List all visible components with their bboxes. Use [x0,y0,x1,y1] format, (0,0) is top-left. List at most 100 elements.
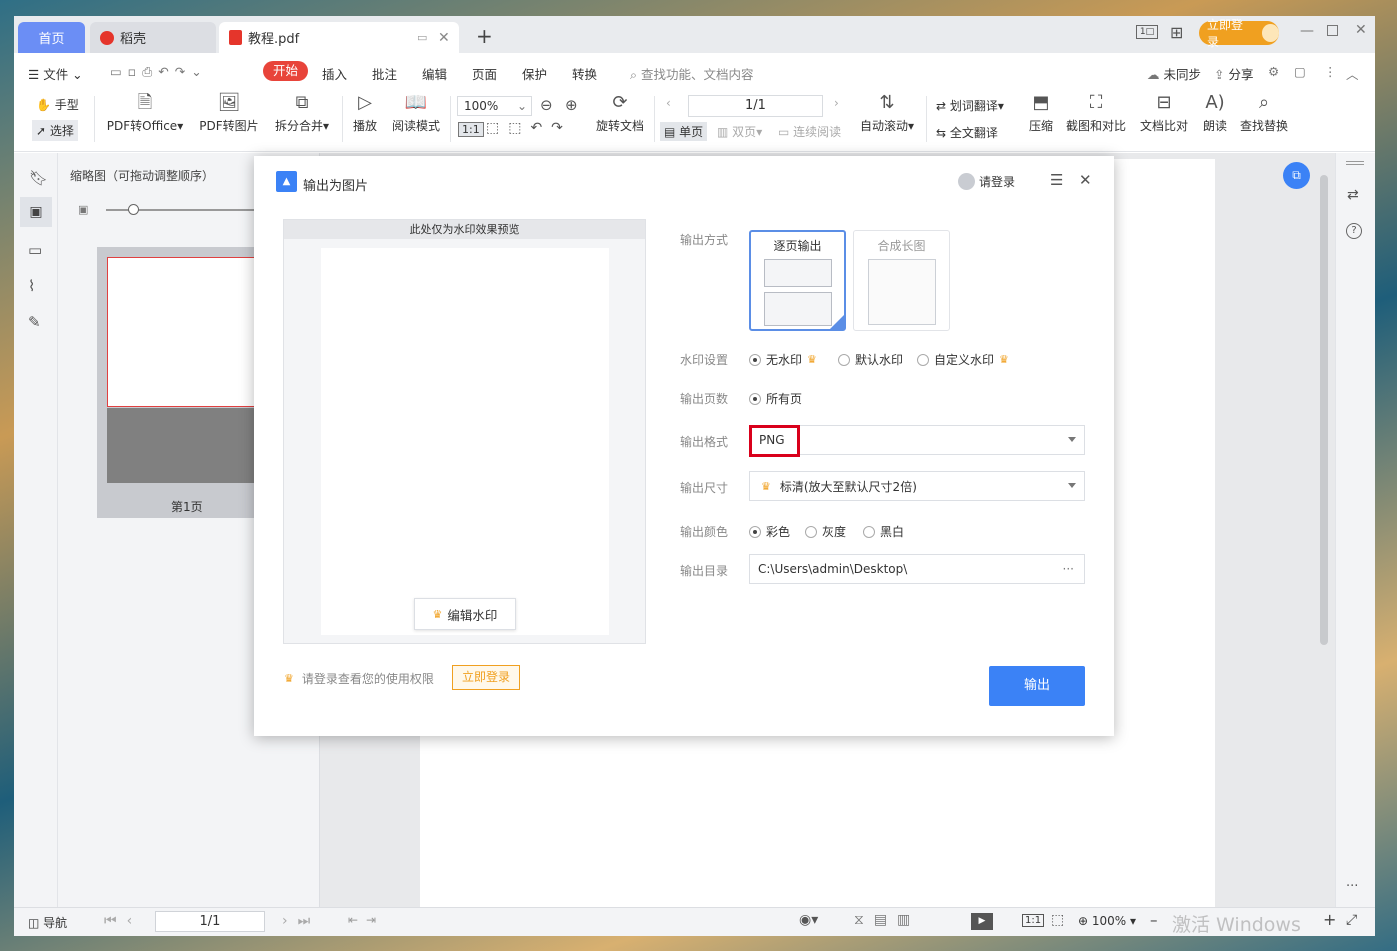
read-mode-button[interactable]: 📖 阅读模式 [390,94,442,134]
share-button[interactable]: ⇪ 分享 [1214,64,1253,83]
mode-long-image-option[interactable]: 合成长图 [853,230,950,331]
bookmark-icon[interactable]: 🔖︎ [29,169,48,187]
pages-all-radio[interactable]: 所有页 [749,390,802,407]
float-action-icon[interactable]: ⧉ [1283,162,1310,189]
zoom-out-icon[interactable]: ⊖ [540,96,553,114]
watermark-custom-radio[interactable]: 自定义水印 ♛ [917,351,1009,368]
thumb-size-slider[interactable] [106,204,256,215]
signature-icon[interactable]: ✎ [28,313,41,331]
collapse-ribbon-icon[interactable]: ︿ [1346,64,1359,83]
close-window-icon[interactable]: ✕ [1355,22,1367,38]
dialog-menu-icon[interactable]: ☰ [1050,171,1063,189]
page-input[interactable]: 1/1 [688,95,823,117]
maximize-icon[interactable] [1327,25,1338,36]
menu-page[interactable]: 页面 [472,64,497,83]
doc-compare-button[interactable]: ⊟ 文档比对 [1138,94,1190,134]
file-menu[interactable]: ☰ 文件 ⌄ [28,64,83,83]
search-function[interactable]: ⌕ 查找功能、文档内容 [630,64,754,83]
status-zoom-out-icon[interactable]: – [1150,911,1158,929]
thumbnail-icon[interactable]: ▣ [20,197,52,227]
play-button[interactable]: ▷ 播放 [350,94,380,134]
export-button[interactable]: 输出 [989,666,1085,706]
fit-rotate-icons[interactable]: ⬚⬚↶↷ [486,120,572,136]
menu-annotate[interactable]: 批注 [372,64,397,83]
screenshot-compare-button[interactable]: ⛶ 截图和对比 [1064,94,1128,134]
help-icon[interactable]: ? [1346,223,1362,239]
attachment-icon[interactable]: ⌇ [28,277,35,295]
single-page-button[interactable]: ▤ 单页 [660,122,708,141]
float-window-icon[interactable]: ▭ [417,31,427,44]
play-status-icon[interactable]: ▶ [971,913,993,930]
color-color-radio[interactable]: 彩色 [749,523,790,540]
read-aloud-button[interactable]: A) 朗读 [1200,94,1230,134]
back-forward-icons[interactable]: ⇤⇥ [348,913,384,927]
watermark-default-radio[interactable]: 默认水印 [838,351,903,368]
nav-button[interactable]: ◫ 导航 [28,914,67,931]
zoom-in-icon[interactable]: ⊕ [565,96,578,114]
minimize-icon[interactable]: — [1300,23,1314,39]
continuous-read-button[interactable]: ▭ 连续阅读 [778,123,841,140]
format-select[interactable]: PNG [749,425,1085,457]
color-bw-radio[interactable]: 黑白 [863,523,904,540]
find-replace-button[interactable]: ⌕ 查找替换 [1238,94,1290,134]
footer-login-button[interactable]: 立即登录 [452,665,520,690]
comment-panel-icon[interactable]: ▭ [28,241,42,259]
fullscreen-icon[interactable]: ⤢ [1346,912,1357,928]
tab-home[interactable]: 首页 [18,22,85,53]
split-merge-button[interactable]: ⧉ 拆分合并▾ [272,94,332,134]
tab-daoke[interactable]: 稻壳 [90,22,216,53]
hand-tool-button[interactable]: ✋ 手型 [36,96,79,113]
actual-size-icon[interactable]: 1:1 [458,122,484,137]
status-actual-size-icon[interactable]: 1:1 [1022,914,1045,927]
eye-protect-icon[interactable]: ◉▾ [799,912,818,928]
menu-start[interactable]: 开始 [263,61,308,81]
menu-edit[interactable]: 编辑 [422,64,447,83]
browse-more-icon[interactable]: ··· [1063,562,1074,576]
status-view-icons[interactable]: ⧖▤▥ [854,912,920,928]
double-page-button[interactable]: ▥ 双页▾ [717,123,762,140]
word-translate-button[interactable]: ⇄ 划词翻译▾ [936,97,1004,114]
zoom-select[interactable]: 100% ⌄ [457,96,532,116]
color-gray-radio[interactable]: 灰度 [805,523,846,540]
prev-page-icon[interactable]: ‹ [666,96,671,110]
compress-button[interactable]: ⬒ 压缩 [1026,94,1056,134]
login-badge-button[interactable]: 立即登录 [1199,18,1279,49]
status-zoom-in-icon[interactable]: + [1323,910,1336,929]
watermark-none-radio[interactable]: 无水印 ♛ [749,351,817,368]
full-translate-button[interactable]: ⇆ 全文翻译 [936,124,998,141]
new-tab-button[interactable]: + [476,24,493,48]
menu-protect[interactable]: 保护 [522,64,547,83]
settings-icon[interactable]: ⚙ [1268,64,1279,79]
more-options-icon[interactable]: ··· [1346,879,1358,894]
size-select[interactable]: ♛ 标清(放大至默认尺寸2倍) [749,471,1085,501]
pdf-to-office-button[interactable]: 🗎 PDF转Office▾ [106,94,184,134]
comment-icon[interactable]: ▢ [1294,64,1306,79]
translate-panel-icon[interactable]: ⇄ [1347,187,1359,203]
mode-per-page-option[interactable]: 逐页输出 [749,230,846,331]
dialog-close-icon[interactable]: ✕ [1079,171,1092,189]
grid-apps-icon[interactable]: ⊞ [1170,23,1183,42]
auto-scroll-button[interactable]: ⇅ 自动滚动▾ [858,94,916,134]
pdf-to-image-button[interactable]: 🖼 PDF转图片 [198,94,260,134]
thumbnail-card[interactable]: 第1页 [97,247,277,518]
edit-watermark-button[interactable]: ♛ 编辑水印 [414,598,516,630]
vertical-scrollbar[interactable] [1320,175,1328,645]
dir-input[interactable]: C:\Users\admin\Desktop\ ··· [749,554,1085,584]
menu-insert[interactable]: 插入 [322,64,347,83]
select-tool-button[interactable]: ➚ 选择 [32,120,78,141]
close-tab-icon[interactable]: ✕ [438,30,450,46]
next-page-icon[interactable]: › [834,96,839,110]
status-zoom[interactable]: ⊕ 100% ▾ [1078,914,1136,928]
dialog-login-button[interactable]: 请登录 [958,173,1015,190]
status-page-input[interactable]: 1/1 [155,911,265,932]
menu-convert[interactable]: 转换 [572,64,597,83]
rotate-doc-button[interactable]: ⟳ 旋转文档 [594,94,646,134]
tab-document[interactable]: 教程.pdf ▭ ✕ [219,22,459,53]
quick-access-icons[interactable]: ▭▫⎙↶↷⌄ [110,64,208,80]
layout-icon[interactable]: 1□ [1136,25,1158,39]
status-fit-icon[interactable]: ⬚ [1051,912,1064,928]
more-icon[interactable]: ⋮ [1324,64,1337,79]
sync-status[interactable]: ☁ 未同步 [1147,64,1201,83]
next-last-icons[interactable]: ›⏭ [282,913,320,929]
first-prev-icons[interactable]: ⏮‹ [104,913,142,929]
